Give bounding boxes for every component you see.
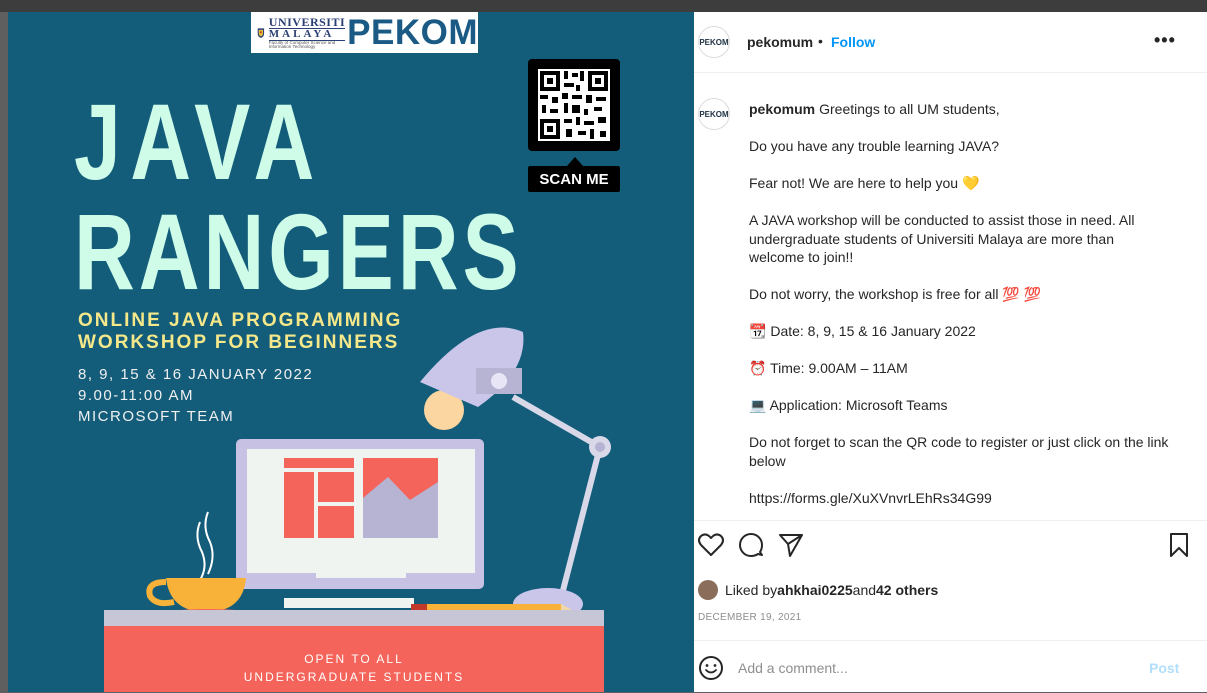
caption-time: Time: 9.00AM – 11AM [770,360,908,376]
comment-bubble-icon[interactable] [736,530,766,560]
banner-line2: UNDERGRADUATE STUDENTS [243,670,465,684]
browser-top-strip [0,0,1207,12]
post-date[interactable]: DECEMBER 19, 2021 [698,612,801,623]
computer-icon: 💻 [749,397,767,413]
caption-register: Do not forget to scan the QR code to reg… [749,434,1169,469]
comment-bar: Add a comment... Post [694,640,1207,693]
liker-username[interactable]: ahkhai0225 [777,582,853,598]
post-comment-button[interactable]: Post [1149,660,1179,676]
caption-workshop: A JAVA workshop will be conducted to ass… [749,212,1135,265]
caption-question: Do you have any trouble learning JAVA? [749,138,1000,154]
post-header: PEKOM pekomum • Follow ••• [694,12,1207,73]
header-separator: • [818,33,823,49]
post-details-panel: PEKOM pekomum • Follow ••• PEKOM pekomum… [694,12,1207,692]
save-bookmark-icon[interactable] [1164,530,1194,560]
caption-application: Application: Microsoft Teams [769,397,948,413]
desk-illustration [104,327,611,620]
post-modal: UNIVERSITI MALAYA Faculty of Computer Sc… [8,12,1207,692]
banner-line1: OPEN TO ALL [304,652,404,666]
author-username[interactable]: pekomum [747,34,813,50]
follow-button[interactable]: Follow [831,34,875,50]
caption-avatar[interactable]: PEKOM [698,98,730,130]
likes-others[interactable]: 42 others [876,582,938,598]
post-image[interactable]: UNIVERSITI MALAYA Faculty of Computer Sc… [8,12,694,692]
caption-greeting: Greetings to all UM students, [819,101,1000,117]
more-options-icon[interactable]: ••• [1154,30,1176,51]
post-caption: PEKOM pekomum Greetings to all UM student… [694,72,1207,521]
alarm-clock-icon: ⏰ [749,360,767,376]
author-avatar[interactable]: PEKOM [698,26,730,58]
caption-link[interactable]: https://forms.gle/XuXVnvrLEhRs34G99 [749,489,1169,508]
emoji-smiley-icon[interactable] [698,655,724,681]
like-heart-icon[interactable] [696,530,726,560]
share-send-icon[interactable] [776,530,806,560]
likes-prefix: Liked by [725,582,778,598]
calendar-icon: 📆 [749,323,767,339]
likes-middle: and [852,582,877,598]
caption-body: pekomum Greetings to all UM students, Do … [749,100,1169,520]
banner-text: OPEN TO ALL UNDERGRADUATE STUDENTS [104,650,604,686]
likes-summary: Liked by ahkhai0225 and 42 others [698,580,938,600]
eligibility-banner: OPEN TO ALL UNDERGRADUATE STUDENTS [104,618,604,692]
post-actions [694,530,1207,570]
liker-avatar[interactable] [698,580,718,600]
caption-free: Do not worry, the workshop is free for a… [749,286,1042,302]
caption-date: Date: 8, 9, 15 & 16 January 2022 [770,323,976,339]
comment-input[interactable]: Add a comment... [738,660,848,676]
caption-username[interactable]: pekomum [749,101,815,117]
caption-fear-not: Fear not! We are here to help you 💛 [749,175,980,191]
monitor-graphic [236,439,484,608]
